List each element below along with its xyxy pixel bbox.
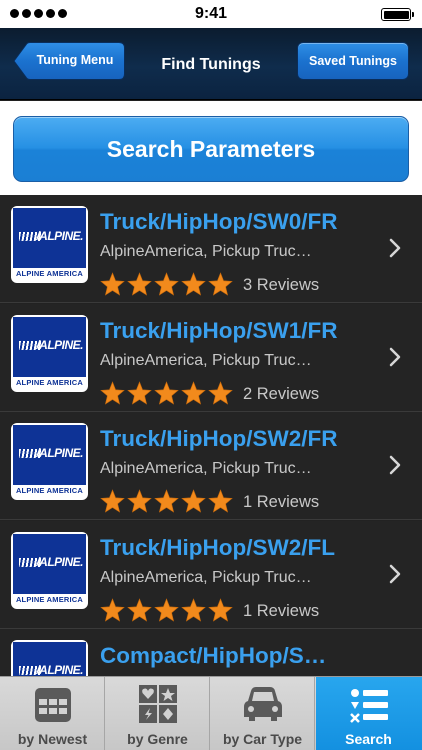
tuning-subtitle: AlpineAmerica, Pickup Truc… xyxy=(100,568,312,586)
star-icon xyxy=(181,597,206,622)
tuning-title: Truck/HipHop/SW1/FR xyxy=(100,317,338,343)
tuning-title: Compact/HipHop/S… xyxy=(100,643,327,668)
alpine-logo-icon: /ALPINE. xyxy=(13,642,86,676)
tuning-title: Truck/HipHop/SW2/FR xyxy=(100,426,338,451)
logo-subtitle: ALPINE AMERICA xyxy=(15,377,84,387)
star-icon xyxy=(100,489,125,513)
logo-brand-text: /ALPINE. xyxy=(36,663,83,676)
logo-brand-text: /ALPINE. xyxy=(36,446,83,460)
logo-subtitle: ALPINE AMERICA xyxy=(15,594,84,604)
status-bar: 9:41 xyxy=(0,0,422,28)
calendar-icon xyxy=(35,688,71,722)
star-icon xyxy=(127,597,152,622)
search-parameters-button[interactable]: Search Parameters xyxy=(13,116,409,182)
star-icon xyxy=(127,272,152,296)
review-count: 1 Reviews xyxy=(243,601,320,620)
star-icon xyxy=(154,489,179,513)
star-icon xyxy=(100,272,125,296)
star-icon xyxy=(127,489,152,513)
chevron-right-icon xyxy=(389,455,401,475)
tuning-list-item[interactable]: /ALPINE. ALPINE AMERICA Truck/HipHop/SW0/F… xyxy=(0,195,422,303)
logo-subtitle: ALPINE AMERICA xyxy=(15,486,84,495)
tab-label: by Car Type xyxy=(222,731,303,747)
search-list-icon xyxy=(350,689,388,723)
star-icon xyxy=(181,489,206,513)
logo-brand-text: /ALPINE. xyxy=(36,337,83,352)
alpine-logo-icon: /ALPINE. xyxy=(13,316,86,377)
alpine-logo-thumbnail: /ALPINE. ALPINE AMERICA xyxy=(11,314,88,392)
tuning-list-item[interactable]: /ALPINE. ALPINE AMERICA Truck/HipHop/SW1/F… xyxy=(0,303,422,412)
star-icon xyxy=(208,597,233,622)
star-icon xyxy=(181,380,206,405)
star-icon xyxy=(208,380,233,405)
star-icon xyxy=(208,489,233,513)
logo-subtitle: ALPINE AMERICA xyxy=(15,269,84,278)
rating-stars xyxy=(100,489,233,513)
chevron-right-icon xyxy=(389,347,401,366)
back-button-label: Tuning Menu xyxy=(36,53,114,67)
tuning-list-item[interactable]: /ALPINE. ALPINE AMERICA Truck/HipHop/SW2/F… xyxy=(0,412,422,520)
alpine-logo-icon: /ALPINE. xyxy=(13,533,86,594)
search-parameters-container: Search Parameters xyxy=(0,101,422,195)
status-time: 9:41 xyxy=(194,5,228,22)
tab-by-genre[interactable]: by Genre xyxy=(105,677,210,750)
tuning-title: Truck/HipHop/SW0/FR xyxy=(100,209,338,234)
star-icon xyxy=(127,380,152,405)
tuning-list[interactable]: /ALPINE. ALPINE AMERICA Truck/HipHop/SW0/F… xyxy=(0,195,422,676)
alpine-logo-icon: /ALPINE. xyxy=(13,425,86,485)
star-icon xyxy=(154,380,179,405)
star-icon xyxy=(154,272,179,296)
tab-by-car-type[interactable]: by Car Type xyxy=(210,677,315,750)
rating-stars xyxy=(100,380,233,405)
tuning-subtitle: AlpineAmerica, Pickup Truc… xyxy=(100,243,312,260)
rating-stars xyxy=(100,272,233,296)
tab-bar: by Newest by Genre by Car Type Search xyxy=(0,676,422,750)
review-count: 3 Reviews xyxy=(243,276,320,294)
cards-suits-icon xyxy=(139,685,177,723)
battery-icon xyxy=(381,8,414,21)
saved-tunings-button[interactable]: Saved Tunings xyxy=(297,42,409,80)
page-title: Find Tunings xyxy=(161,56,261,73)
tab-label: by Newest xyxy=(17,731,88,747)
alpine-logo-thumbnail: /ALPINE.ALPINE AMERICA xyxy=(11,640,88,676)
tuning-list-item[interactable]: /ALPINE.ALPINE AMERICA Compact/HipHop/S… xyxy=(0,629,422,676)
chevron-right-icon xyxy=(389,238,401,258)
tab-label: Search xyxy=(345,731,392,747)
logo-brand-text: /ALPINE. xyxy=(36,554,83,569)
star-icon xyxy=(100,597,125,622)
star-icon xyxy=(100,380,125,405)
review-count: 1 Reviews xyxy=(243,493,320,511)
logo-brand-text: /ALPINE. xyxy=(36,229,83,243)
star-icon xyxy=(154,597,179,622)
alpine-logo-thumbnail: /ALPINE. ALPINE AMERICA xyxy=(11,206,88,283)
tab-by-newest[interactable]: by Newest xyxy=(0,677,105,750)
tuning-menu-back-button[interactable]: Tuning Menu xyxy=(13,42,125,80)
tuning-subtitle: AlpineAmerica, Pickup Truc… xyxy=(100,351,312,369)
chevron-right-icon xyxy=(389,564,401,583)
review-count: 2 Reviews xyxy=(243,384,320,403)
tuning-subtitle: AlpineAmerica, Pickup Truc… xyxy=(100,460,312,477)
tab-label: by Genre xyxy=(127,731,188,747)
star-icon xyxy=(181,272,206,296)
tuning-list-item[interactable]: /ALPINE. ALPINE AMERICA Truck/HipHop/SW2/F… xyxy=(0,520,422,629)
alpine-logo-thumbnail: /ALPINE. ALPINE AMERICA xyxy=(11,423,88,500)
alpine-logo-icon: /ALPINE. xyxy=(13,208,86,268)
rating-stars xyxy=(100,597,233,622)
star-icon xyxy=(208,272,233,296)
tab-search[interactable]: Search xyxy=(316,677,422,750)
app-screen: 9:41 Tuning Menu Find Tunings Saved Tuni… xyxy=(0,0,422,750)
tuning-title: Truck/HipHop/SW2/FL xyxy=(100,534,336,560)
navigation-bar: Tuning Menu Find Tunings Saved Tunings xyxy=(0,28,422,100)
alpine-logo-thumbnail: /ALPINE. ALPINE AMERICA xyxy=(11,531,88,609)
car-icon xyxy=(244,687,282,721)
